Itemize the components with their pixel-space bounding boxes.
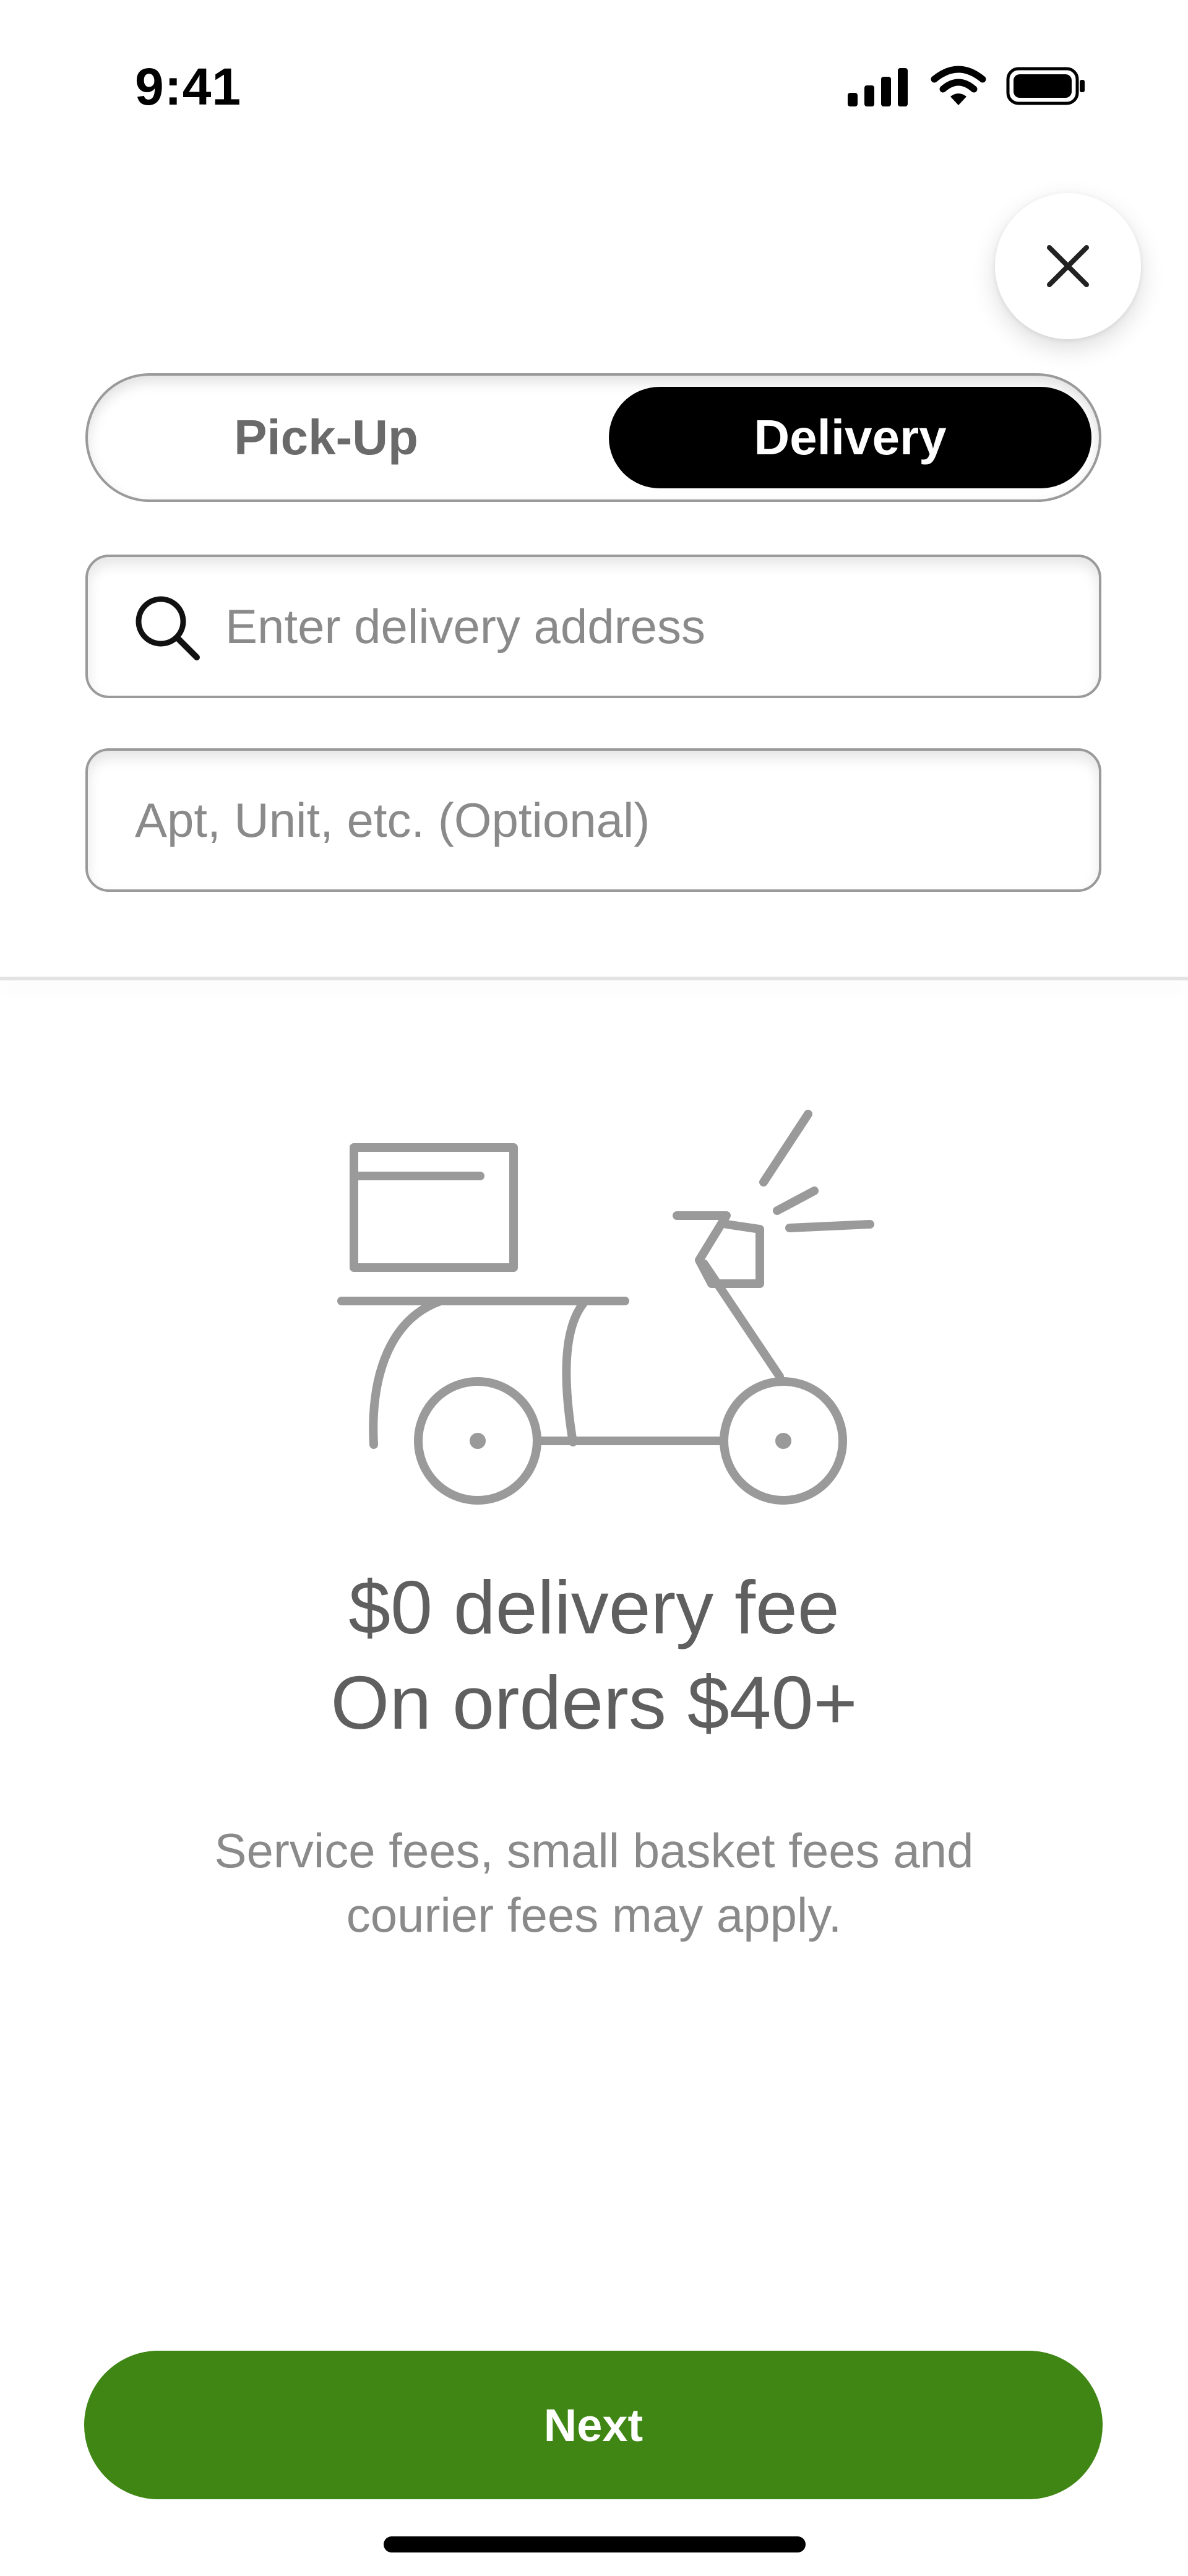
status-time: 9:41 [135,58,242,116]
search-icon [136,596,200,660]
tab-delivery[interactable]: Delivery [609,387,1091,488]
apt-unit-placeholder: Apt, Unit, etc. (Optional) [135,792,650,847]
promo-subtitle: Service fees, small basket fees and cour… [0,1818,1188,1947]
tab-pick-up[interactable]: Pick-Up [100,387,552,488]
battery-icon [1006,67,1085,105]
close-button[interactable] [995,193,1141,339]
apt-unit-input[interactable]: Apt, Unit, etc. (Optional) [85,748,1101,892]
promo-title-line1: $0 delivery fee [348,1565,840,1649]
close-icon [1047,245,1089,287]
order-mode-toggle: Pick-Up Delivery [85,373,1101,502]
promo-subtitle-line1: Service fees, small basket fees and [214,1823,974,1878]
promo-subtitle-line2: courier fees may apply. [346,1888,842,1942]
next-button[interactable]: Next [84,2351,1103,2499]
delivery-scooter-icon [337,1110,874,1505]
home-indicator [384,2536,806,2552]
delivery-address-input[interactable]: Enter delivery address [85,555,1101,698]
delivery-address-placeholder: Enter delivery address [225,599,706,654]
wifi-icon [931,66,986,105]
status-bar: 9:41 [0,0,1188,173]
promo-title-line2: On orders $40+ [330,1661,858,1745]
promo-title: $0 delivery fee On orders $40+ [0,1560,1188,1750]
cellular-signal-icon [848,68,908,106]
section-divider [0,977,1188,980]
